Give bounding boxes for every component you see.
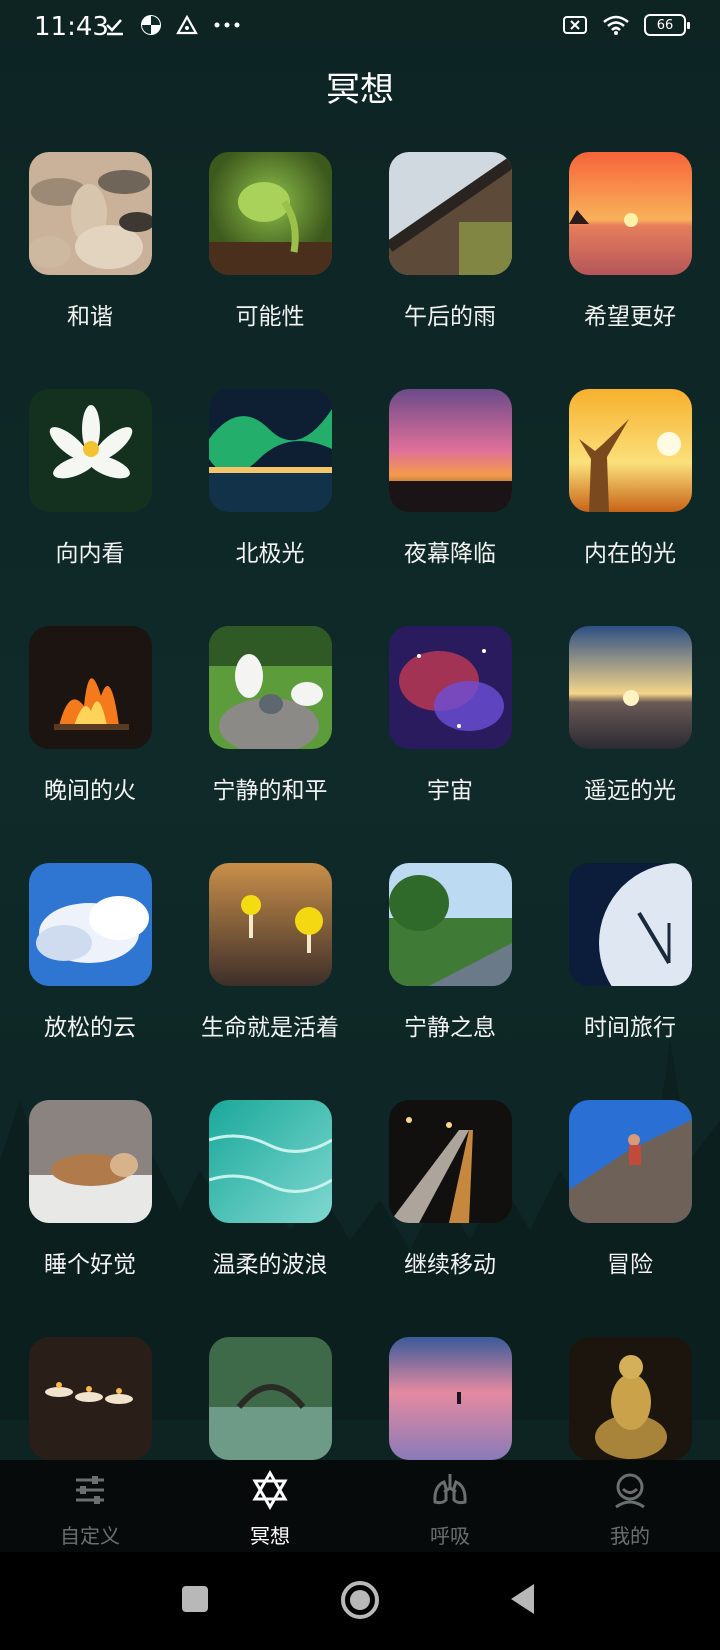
lungs-icon xyxy=(433,1474,467,1505)
meditation-label: 向内看 xyxy=(55,541,125,567)
meditation-label: 宁静的和平 xyxy=(212,778,328,804)
profile-icon xyxy=(615,1473,645,1509)
thumbnail-nebula xyxy=(388,626,512,749)
recent-apps-icon[interactable] xyxy=(180,1584,210,1614)
meditation-card[interactable]: 午后的雨 xyxy=(360,152,540,331)
meditation-label: 继续移动 xyxy=(404,1252,496,1278)
meditation-card[interactable]: 遥远的光 xyxy=(540,626,720,805)
meditation-label: 温柔的波浪 xyxy=(212,1252,328,1278)
meditation-card[interactable]: 可能性 xyxy=(180,152,360,331)
thumbnail-clouds xyxy=(28,863,152,986)
nav-item-meditate[interactable]: 冥想 xyxy=(180,1469,360,1549)
status-time: 11:43 xyxy=(34,12,109,42)
nav-item-custom[interactable]: 自定义 xyxy=(0,1470,180,1549)
status-bar: 11:43 66 xyxy=(0,0,720,56)
no-sim-icon xyxy=(563,16,587,34)
thumbnail-road-trees xyxy=(388,863,512,986)
meditation-card[interactable]: 宁静之息 xyxy=(360,863,540,1042)
bottom-nav: 自定义 冥想 呼吸 我的 xyxy=(0,1460,720,1552)
nav-item-profile[interactable]: 我的 xyxy=(540,1470,720,1549)
meditation-label: 宁静之息 xyxy=(404,1015,496,1041)
meditation-label: 遥远的光 xyxy=(584,778,676,804)
meditation-label: 午后的雨 xyxy=(404,304,496,330)
meditation-card[interactable]: 北极光 xyxy=(180,389,360,568)
meditation-label: 时间旅行 xyxy=(584,1015,676,1041)
meditation-label: 可能性 xyxy=(235,304,305,330)
thumbnail-pebbles xyxy=(28,152,152,275)
meditation-card[interactable]: 向内看 xyxy=(0,389,180,568)
meditation-card[interactable]: 和谐 xyxy=(0,152,180,331)
system-nav-bar xyxy=(0,1552,720,1650)
thumbnail-dusk-city xyxy=(388,389,512,512)
thumbnail-lake-fisherman xyxy=(388,1337,512,1460)
meditation-card[interactable]: 时间旅行 xyxy=(540,863,720,1042)
thumbnail-sunset-sea xyxy=(568,152,692,275)
thumbnail-roof-tiles xyxy=(388,152,512,275)
more-dots-icon xyxy=(214,22,240,28)
meditation-card[interactable]: 晚间的火 xyxy=(0,626,180,805)
meditation-card[interactable]: 冒险 xyxy=(540,1100,720,1279)
wifi-icon xyxy=(603,15,629,35)
meditation-label: 放松的云 xyxy=(44,1015,136,1041)
meditation-label: 生命就是活着 xyxy=(201,1015,339,1041)
back-icon[interactable] xyxy=(508,1582,538,1616)
pinwheel-icon xyxy=(141,15,161,35)
meditation-card[interactable]: 温柔的波浪 xyxy=(180,1100,360,1279)
meditation-label: 夜幕降临 xyxy=(404,541,496,567)
meditation-label: 和谐 xyxy=(67,304,113,330)
meditation-card[interactable]: 宁静的和平 xyxy=(180,626,360,805)
thumbnail-buddha-statue xyxy=(568,1337,692,1460)
meditation-card[interactable]: 睡个好觉 xyxy=(0,1100,180,1279)
triangle-app-icon xyxy=(176,14,198,35)
meditation-label: 宇宙 xyxy=(427,778,473,804)
home-icon[interactable] xyxy=(340,1580,380,1620)
nav-label: 冥想 xyxy=(250,1524,290,1548)
meditation-label: 北极光 xyxy=(235,541,305,567)
meditation-card[interactable]: 夜幕降临 xyxy=(360,389,540,568)
page-title: 冥想 xyxy=(326,70,394,110)
thumbnail-rock-climber xyxy=(568,1100,692,1223)
battery-level: 66 xyxy=(656,17,674,33)
thumbnail-candles xyxy=(28,1337,152,1460)
thumbnail-horizon-sun xyxy=(568,626,692,749)
battery-icon: 66 xyxy=(644,14,690,36)
thumbnail-stone-bridge xyxy=(208,1337,332,1460)
thumbnail-night-highway xyxy=(388,1100,512,1223)
sliders-icon xyxy=(76,1476,104,1504)
thumbnail-sleeping-cat xyxy=(28,1100,152,1223)
meditation-card[interactable]: 宇宙 xyxy=(360,626,540,805)
thumbnail-sprout xyxy=(208,152,332,275)
thumbnail-water-lily xyxy=(28,389,152,512)
star-of-david-icon xyxy=(252,1469,288,1511)
nav-label: 自定义 xyxy=(60,1524,120,1548)
nav-label: 呼吸 xyxy=(430,1524,470,1548)
meditation-label: 希望更好 xyxy=(584,304,676,330)
thumbnail-doves xyxy=(208,626,332,749)
check-download-icon xyxy=(106,19,123,36)
meditation-label: 睡个好觉 xyxy=(44,1252,136,1278)
meditation-card[interactable]: 生命就是活着 xyxy=(180,863,360,1042)
nav-label: 我的 xyxy=(610,1524,650,1548)
meditation-label: 晚间的火 xyxy=(44,778,136,804)
thumbnail-turquoise-water xyxy=(208,1100,332,1223)
meditation-label: 内在的光 xyxy=(584,541,676,567)
meditation-card[interactable]: 放松的云 xyxy=(0,863,180,1042)
meditation-card[interactable]: 希望更好 xyxy=(540,152,720,331)
thumbnail-sunrise-person xyxy=(568,389,692,512)
meditation-card[interactable]: 内在的光 xyxy=(540,389,720,568)
meditation-card[interactable]: 继续移动 xyxy=(360,1100,540,1279)
thumbnail-clock xyxy=(568,863,692,986)
thumbnail-yellow-mushrooms xyxy=(208,863,332,986)
nav-item-breathe[interactable]: 呼吸 xyxy=(360,1470,540,1549)
thumbnail-campfire xyxy=(28,626,152,749)
meditation-label: 冒险 xyxy=(607,1252,653,1278)
thumbnail-aurora xyxy=(208,389,332,512)
